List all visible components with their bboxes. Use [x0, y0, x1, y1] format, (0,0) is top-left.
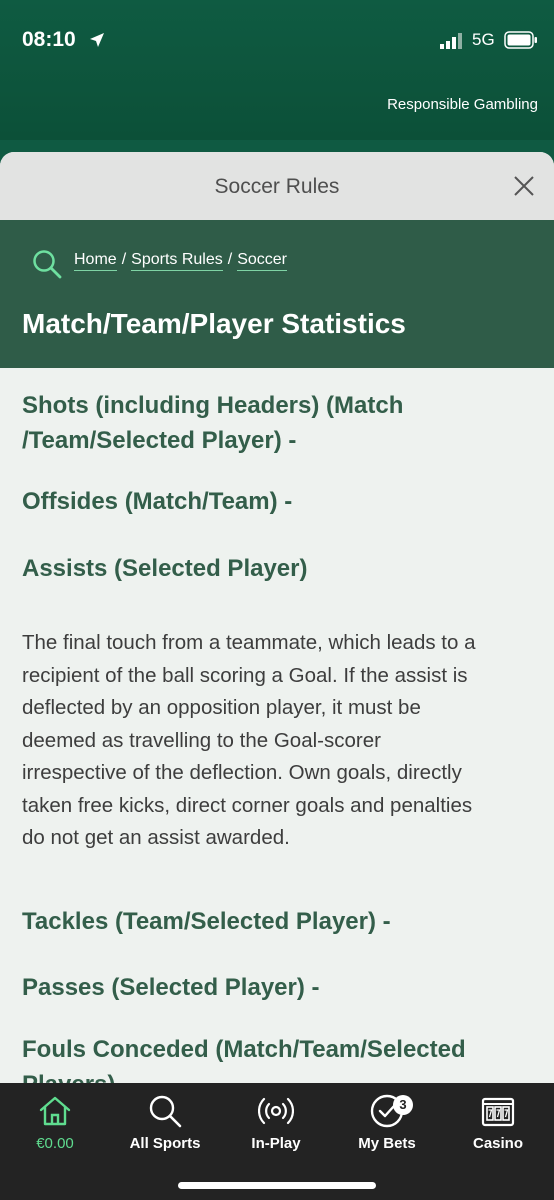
- home-icon: [39, 1096, 71, 1126]
- assists-desc-line: do not get an assist awarded.: [22, 826, 290, 849]
- assists-desc-line: irrespective of the deflection. Own goal…: [22, 761, 462, 784]
- rules-sheet: Soccer Rules Home / Sports Rules / Soccer Ma…: [0, 152, 554, 1087]
- responsible-gambling-link[interactable]: Responsible Gambling: [387, 96, 538, 113]
- nav-label-all-sports: All Sports: [129, 1135, 201, 1152]
- breadcrumb-soccer[interactable]: Soccer: [237, 251, 287, 271]
- nav-in-play[interactable]: In-Play: [226, 1093, 326, 1152]
- breadcrumb: Home / Sports Rules / Soccer: [74, 251, 287, 271]
- page-title: Match/Team/Player Statistics: [22, 308, 406, 339]
- nav-casino[interactable]: Casino: [448, 1093, 548, 1152]
- nav-all-sports[interactable]: All Sports: [115, 1093, 215, 1152]
- assists-desc-line: deemed as travelling to the Goal-scorer: [22, 728, 381, 752]
- heading-assists: Assists (Selected Player): [22, 555, 308, 582]
- breadcrumb-sports-rules[interactable]: Sports Rules: [131, 251, 223, 271]
- assists-desc-line: The final touch from a teammate, which l…: [22, 631, 476, 654]
- battery-icon: [504, 31, 537, 49]
- search-icon[interactable]: [32, 249, 62, 279]
- heading-offsides: Offsides (Match/Team) -: [22, 488, 293, 515]
- bets-count-badge: 3: [393, 1095, 413, 1115]
- heading-passes: Passes (Selected Player) -: [22, 974, 320, 1001]
- nav-label-in-play: In-Play: [251, 1135, 301, 1152]
- breadcrumb-separator: /: [121, 251, 127, 268]
- assists-desc-line: recipient of the ball scoring a Goal. If…: [22, 663, 468, 687]
- network-type: 5G: [472, 30, 495, 49]
- page-hero: Home / Sports Rules / Soccer Match/Team/Play…: [0, 220, 554, 368]
- sheet-header: Soccer Rules: [0, 152, 554, 220]
- assists-desc-line: taken free kicks, direct corner goals an…: [22, 793, 473, 817]
- top-banner: 08:10 5G Responsible Gambling: [0, 0, 554, 140]
- signal-icon: [440, 33, 462, 49]
- heading-tackles: Tackles (Team/Selected Player) -: [22, 908, 391, 935]
- slot-machine-icon: [481, 1097, 515, 1127]
- nav-label-my-bets: My Bets: [358, 1135, 416, 1152]
- broadcast-icon: [258, 1097, 294, 1125]
- heading-fouls-line1: Fouls Conceded (Match/Team/Selected: [22, 1036, 466, 1063]
- search-icon: [149, 1095, 182, 1128]
- breadcrumb-separator: /: [227, 251, 233, 268]
- nav-home[interactable]: €0.00: [5, 1093, 105, 1152]
- bottom-nav: €0.00 All Sports In-Play 3 My Bets Casin…: [0, 1083, 554, 1200]
- close-icon[interactable]: [512, 174, 536, 198]
- assists-desc-line: deflected by an opposition player, it mu…: [22, 696, 421, 719]
- sheet-title: Soccer Rules: [214, 175, 340, 198]
- nav-my-bets[interactable]: 3 My Bets: [337, 1093, 437, 1152]
- home-indicator[interactable]: [178, 1182, 376, 1189]
- heading-shots-line1: Shots (including Headers) (Match: [22, 392, 404, 419]
- nav-label-balance: €0.00: [36, 1135, 74, 1152]
- status-time: 08:10: [22, 28, 76, 51]
- nav-label-casino: Casino: [472, 1135, 523, 1152]
- heading-shots-line2: /Team/Selected Player) -: [22, 427, 297, 454]
- breadcrumb-home[interactable]: Home: [74, 251, 117, 271]
- location-arrow-icon: [90, 33, 104, 47]
